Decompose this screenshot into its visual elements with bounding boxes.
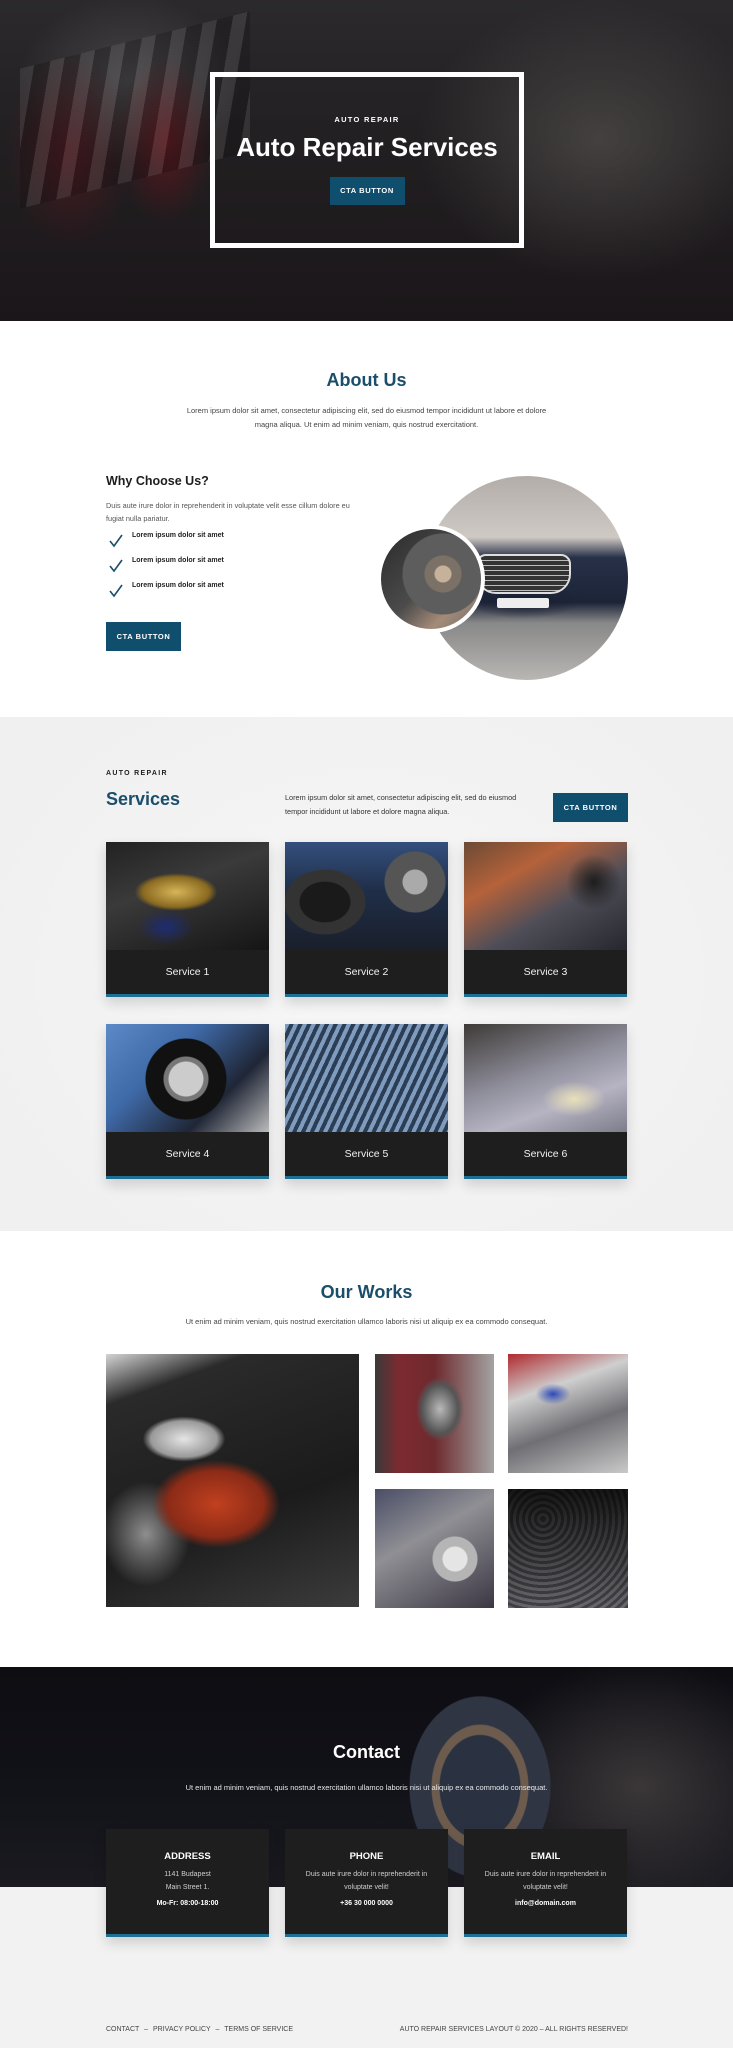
contact-card-line: voluptate velit! [344,1884,389,1891]
contact-title: Contact [333,1742,400,1762]
about-cta-button[interactable]: CTA BUTTON [106,622,181,651]
check-icon [109,534,123,548]
contact-card-line: 1141 Budapest [164,1871,211,1878]
work-image[interactable] [508,1354,628,1473]
services-title: Services [106,789,181,809]
contact-card-email: EMAIL Duis aute irure dolor in reprehend… [464,1829,627,1937]
services-section: AUTO REPAIR Services Lorem ipsum dolor s… [0,717,733,1231]
hero-eyebrow: AUTO REPAIR [334,115,400,124]
service-card[interactable]: Service 2 [285,842,448,997]
footer-link-contact[interactable]: CONTACT [106,2026,139,2033]
contact-card-line: voluptate velit! [523,1884,568,1891]
checklist-item: Lorem ipsum dolor sit amet [106,557,224,582]
checklist-item: Lorem ipsum dolor sit amet [106,532,224,557]
car-plate [497,598,549,608]
contact-card-phone: PHONE Duis aute irure dolor in reprehend… [285,1829,448,1937]
checklist-item: Lorem ipsum dolor sit amet [106,582,224,607]
contact-card-text: 1141 Budapest Main Street 1. [106,1868,269,1894]
hero-title: Auto Repair Services [236,132,498,162]
why-choose-title: Why Choose Us? [106,474,209,488]
work-image-engine[interactable] [106,1354,359,1607]
service-label: Service 5 [344,1148,389,1160]
footer-separator: – [215,2026,220,2033]
about-description: Lorem ipsum dolor sit amet, consectetur … [186,406,547,429]
work-image[interactable] [375,1354,494,1473]
contact-card-line: Duis aute irure dolor in reprehenderit i… [484,1871,607,1878]
contact-card-text: Duis aute irure dolor in reprehenderit i… [464,1868,627,1894]
service-image [285,1024,448,1132]
why-choose-description: Duis aute irure dolor in reprehenderit i… [106,501,350,523]
service-card[interactable]: Service 4 [106,1024,269,1179]
about-title: About Us [326,370,407,390]
service-card[interactable]: Service 1 [106,842,269,997]
hero-frame: AUTO REPAIR Auto Repair Services CTA BUT… [210,72,524,248]
contact-card-line: Main Street 1. [165,1884,210,1891]
check-icon [109,584,123,598]
service-image [464,842,627,950]
service-label: Service 2 [344,966,389,978]
works-description: Ut enim ad minim veniam, quis nostrud ex… [185,1317,548,1326]
footer-copyright: AUTO REPAIR SERVICES LAYOUT © 2020 – ALL… [399,2026,628,2033]
checklist-item-text: Lorem ipsum dolor sit amet [132,557,224,564]
why-choose-checklist: Lorem ipsum dolor sit amet Lorem ipsum d… [106,532,224,607]
footer-link-terms-of-service[interactable]: TERMS OF SERVICE [224,2026,293,2033]
service-label: Service 4 [165,1148,210,1160]
service-card[interactable]: Service 3 [464,842,627,997]
footer-link-privacy-policy[interactable]: PRIVACY POLICY [153,2026,211,2033]
service-label: Service 6 [523,1148,568,1160]
service-label: Service 3 [523,966,568,978]
service-label: Service 1 [165,966,210,978]
checklist-item-text: Lorem ipsum dolor sit amet [132,582,224,589]
services-description: Lorem ipsum dolor sit amet, consectetur … [285,793,517,816]
service-image [106,1024,269,1132]
work-image[interactable] [508,1489,628,1608]
opening-hours: Mo-Fr: 08:00-18:00 [156,1900,219,1907]
check-icon [109,559,123,573]
service-image [464,1024,627,1132]
about-brake-image [377,525,485,633]
service-card[interactable]: Service 5 [285,1024,448,1179]
work-image[interactable] [375,1489,494,1608]
contact-card-text: Duis aute irure dolor in reprehenderit i… [285,1868,448,1894]
footer-separator: – [144,2026,149,2033]
contact-card-heading: ADDRESS [164,1851,211,1862]
hero-cta-button[interactable]: CTA BUTTON [329,177,405,205]
email-link[interactable]: info@domain.com [464,1900,627,1907]
contact-card-line: Duis aute irure dolor in reprehenderit i… [305,1871,428,1878]
contact-card-heading: EMAIL [530,1851,561,1862]
contact-description: Ut enim ad minim veniam, quis nostrud ex… [185,1783,548,1792]
contact-card-address: ADDRESS 1141 Budapest Main Street 1. Mo-… [106,1829,269,1937]
car-grille [476,554,571,594]
works-title: Our Works [320,1282,413,1302]
services-cta-button[interactable]: CTA BUTTON [553,793,628,822]
footer-links: CONTACT – PRIVACY POLICY – TERMS OF SERV… [106,2026,293,2033]
phone-number-link[interactable]: +36 30 000 0000 [285,1900,448,1907]
service-card[interactable]: Service 6 [464,1024,627,1179]
service-image [106,842,269,950]
service-image [285,842,448,950]
checklist-item-text: Lorem ipsum dolor sit amet [132,532,224,539]
contact-card-heading: PHONE [349,1851,384,1862]
services-eyebrow: AUTO REPAIR [106,770,168,777]
